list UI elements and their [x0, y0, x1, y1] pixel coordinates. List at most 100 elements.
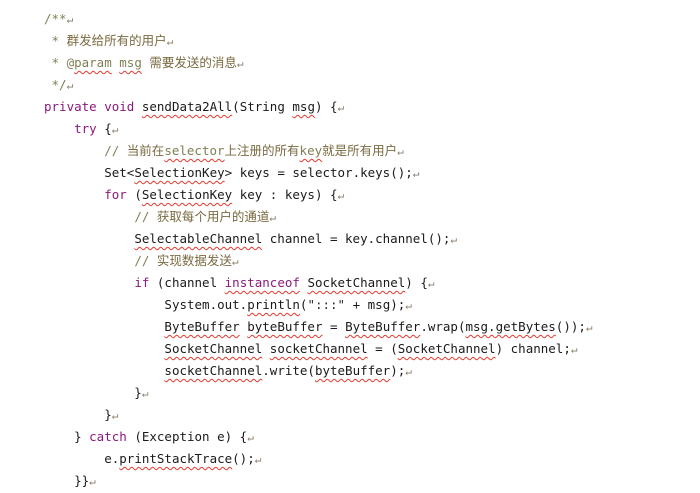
code-token: } [44, 429, 90, 444]
code-token: 获取每个用户的通道 [156, 209, 270, 224]
code-token: ":::" [307, 297, 346, 312]
code-token: (channel [149, 275, 225, 290]
code-token: // [134, 253, 157, 268]
line-break-mark: ↵ [236, 57, 244, 70]
code-token: msg.getBytes [465, 319, 556, 334]
code-token: // [104, 143, 127, 158]
line-break-mark: ↵ [405, 299, 412, 312]
code-line[interactable]: // 获取每个用户的通道↵ [44, 206, 276, 228]
code-line[interactable]: // 当前在selector上注册的所有key就是所有用户↵ [44, 140, 404, 162]
code-token: sendData2All [141, 99, 233, 114]
code-line[interactable]: }↵ [44, 382, 148, 404]
code-token: socketChannel [269, 341, 368, 356]
line-break-mark: ↵ [66, 79, 74, 92]
code-token: * @ [44, 55, 75, 70]
code-token: msg [119, 55, 142, 70]
line-break-mark: ↵ [111, 123, 119, 136]
code-token: SocketChannel [307, 275, 406, 290]
line-break-mark: ↵ [337, 101, 345, 114]
code-editor[interactable]: /**↵ * 群发给所有的用户↵ * @param msg 需要发送的消息↵ *… [0, 0, 700, 489]
line-break-mark: ↵ [427, 277, 435, 290]
code-line[interactable]: * 群发给所有的用户↵ [44, 30, 174, 52]
code-token: String [239, 99, 285, 114]
code-token: .write( [262, 363, 315, 378]
code-line[interactable]: if (channel instanceof SocketChannel) {↵ [44, 272, 434, 294]
code-token: */ [44, 77, 67, 92]
code-token: catch [89, 429, 127, 444]
code-token: .wrap( [420, 319, 466, 334]
code-token: ); [390, 363, 406, 378]
code-token: + msg); [345, 297, 406, 312]
code-token: 上注册的所有 [224, 143, 300, 158]
code-token: Set< [104, 165, 135, 180]
code-token: = ( [367, 341, 398, 356]
code-token: try [74, 121, 97, 136]
code-token: println [247, 297, 300, 312]
line-break-mark: ↵ [254, 453, 262, 466]
code-token: > keys = selector.keys(); [224, 165, 413, 180]
code-line[interactable]: // 实现数据发送↵ [44, 250, 238, 272]
code-token: key [299, 143, 323, 158]
code-line[interactable]: */↵ [44, 74, 74, 96]
code-line[interactable]: } catch (Exception e) {↵ [44, 426, 254, 448]
code-token: socketChannel [164, 363, 263, 378]
line-break-mark: ↵ [570, 343, 578, 356]
code-line[interactable]: }↵ [44, 404, 118, 426]
code-token: ByteBuffer [164, 319, 240, 334]
code-token: System.out. [164, 297, 248, 312]
code-token: 需要发送的消息 [149, 55, 237, 70]
code-token: ) channel; [495, 341, 571, 356]
code-token: ( [126, 187, 142, 202]
code-line[interactable]: socketChannel.write(byteBuffer);↵ [44, 360, 412, 382]
line-break-mark: ↵ [111, 409, 119, 422]
code-line[interactable]: System.out.println(":::" + msg);↵ [44, 294, 412, 316]
code-token: SelectionKey [141, 187, 233, 202]
code-token: printStackTrace [119, 451, 233, 466]
code-token: * [44, 33, 67, 48]
code-line[interactable]: SelectableChannel channel = key.channel(… [44, 228, 457, 250]
code-token: msg [292, 99, 315, 114]
code-token: // [134, 209, 157, 224]
code-line[interactable]: ByteBuffer byteBuffer = ByteBuffer.wrap(… [44, 316, 592, 338]
line-break-mark: ↵ [405, 365, 412, 378]
code-line[interactable]: private void sendData2All(String msg) {↵ [44, 96, 344, 118]
code-token: SocketChannel [397, 341, 496, 356]
line-break-mark: ↵ [450, 233, 458, 246]
code-token: (Exception e) { [126, 429, 248, 444]
code-line[interactable]: for (SelectionKey key : keys) {↵ [44, 184, 344, 206]
code-token: param [74, 55, 112, 70]
code-line[interactable]: * @param msg 需要发送的消息↵ [44, 52, 244, 74]
code-token: ()); [555, 319, 586, 334]
code-token: e. [44, 451, 120, 466]
code-token: 群发给所有的用户 [66, 33, 167, 48]
code-token: SocketChannel [164, 341, 263, 356]
code-line[interactable]: /**↵ [44, 8, 73, 30]
code-line[interactable]: Set<SelectionKey> keys = selector.keys()… [44, 162, 419, 184]
code-token: if [134, 275, 150, 290]
code-token: ( [232, 99, 240, 114]
code-token: } [44, 385, 142, 400]
code-token: /** [44, 11, 67, 26]
code-token: { [96, 121, 112, 136]
code-token: selector [164, 143, 225, 158]
code-line[interactable]: try {↵ [44, 118, 118, 140]
line-break-mark: ↵ [337, 189, 345, 202]
line-break-mark: ↵ [247, 431, 254, 444]
code-line[interactable]: SocketChannel socketChannel = (SocketCha… [44, 338, 577, 360]
code-token: 实现数据发送 [156, 253, 232, 268]
code-token: channel = key.channel(); [262, 231, 451, 246]
code-line[interactable]: e.printStackTrace();↵ [44, 448, 261, 470]
line-break-mark: ↵ [66, 13, 74, 26]
